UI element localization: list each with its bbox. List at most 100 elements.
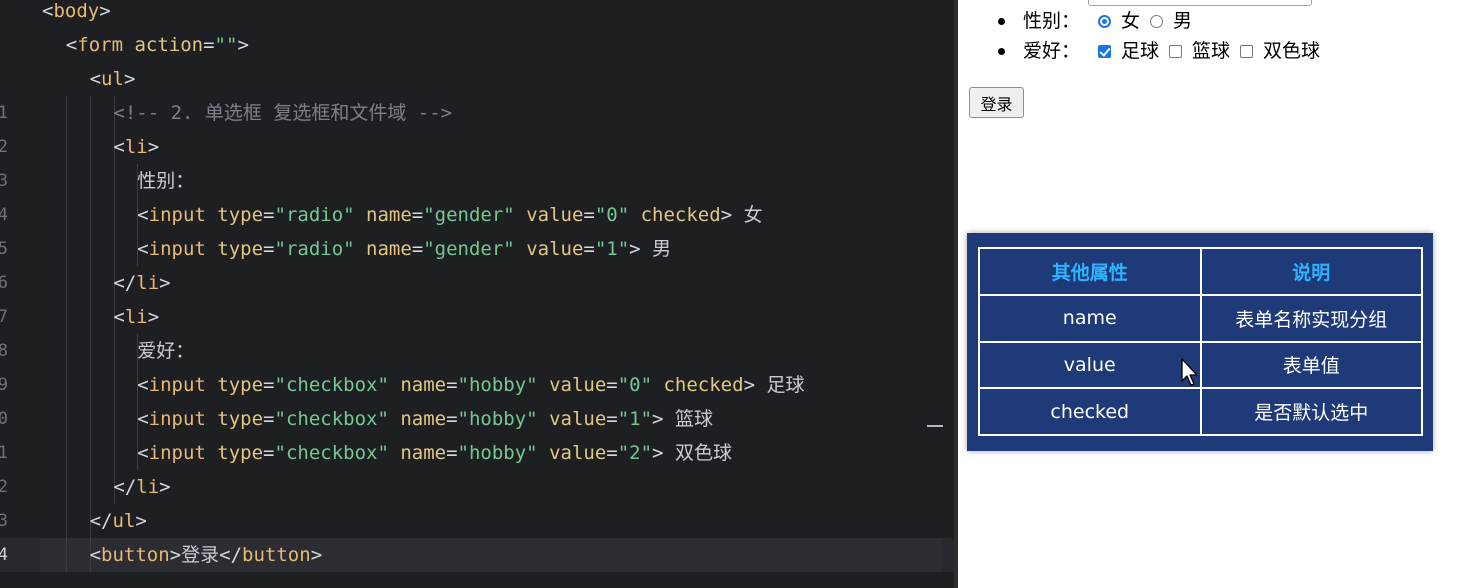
indent-guide <box>66 402 67 436</box>
code-token: name <box>388 374 447 396</box>
indent-guide <box>113 402 115 436</box>
line-number: 4 <box>0 545 8 565</box>
checkbox-lottery[interactable] <box>1240 44 1254 58</box>
code-line[interactable]: 4 <button>登录</button> <box>0 538 957 572</box>
indent-guide <box>66 334 67 368</box>
code-token: 篮球 <box>663 408 713 430</box>
code-token: input <box>148 408 206 430</box>
code-token: > <box>159 476 171 498</box>
code-token: "" <box>214 34 238 56</box>
code-line[interactable]: 1 <!-- 2. 单选框 复选框和文件域 --> <box>0 96 957 130</box>
code-token: ul <box>101 68 124 90</box>
radio-female[interactable] <box>1098 14 1112 28</box>
code-token: < <box>113 306 125 328</box>
login-button[interactable]: 登录 <box>969 87 1024 118</box>
code-token: < <box>137 442 149 464</box>
code-line[interactable]: <ul> <box>0 62 957 96</box>
code-line[interactable]: 1 <input type="checkbox" name="hobby" val… <box>0 436 957 470</box>
code-token: li <box>136 476 160 498</box>
indent-guide <box>89 402 91 436</box>
code-token: = <box>446 374 458 396</box>
code-token: "1" <box>594 238 630 260</box>
indent-guide <box>66 198 67 232</box>
code-line[interactable]: <form action=""> <box>0 28 957 62</box>
code-token: checked <box>652 374 744 396</box>
code-token: "0" <box>594 204 630 226</box>
code-line[interactable]: 7 <li> <box>0 300 957 334</box>
indent-guide <box>66 266 67 300</box>
code-token: <!-- 2. 单选框 复选框和文件域 --> <box>113 102 453 124</box>
code-token: > <box>147 136 160 158</box>
code-text: <input type="radio" name="gender" value=… <box>137 232 671 266</box>
code-line-band <box>40 62 942 96</box>
code-token: type <box>205 204 264 226</box>
indent-guide <box>89 334 91 368</box>
indent-guide <box>66 130 67 164</box>
radio-female-label: 女 <box>1121 10 1141 32</box>
code-token: = <box>263 408 275 430</box>
code-text: 爱好： <box>137 334 194 368</box>
code-text: 性别： <box>137 164 194 198</box>
code-token: </ <box>89 510 113 532</box>
cell-description: 是否默认选中 <box>1199 387 1423 436</box>
code-token: = <box>583 204 595 226</box>
indent-guide <box>89 436 91 470</box>
code-token: "radio" <box>274 204 355 226</box>
code-token: input <box>148 442 206 464</box>
code-line[interactable]: 4 <input type="radio" name="gender" value… <box>0 198 957 232</box>
code-token: button <box>242 544 311 566</box>
code-line[interactable]: 9 <input type="checkbox" name="hobby" val… <box>0 368 957 402</box>
radio-male-label: 男 <box>1173 10 1193 32</box>
code-line[interactable]: 0 <input type="checkbox" name="hobby" val… <box>0 402 957 436</box>
checkbox-football[interactable] <box>1098 44 1112 58</box>
line-number: 5 <box>0 239 8 259</box>
code-token: button <box>101 544 170 566</box>
code-line[interactable]: 3 </ul> <box>0 504 957 538</box>
indent-guide <box>89 368 91 402</box>
code-line-band <box>40 0 942 28</box>
code-token: value <box>537 442 607 464</box>
code-token: > <box>629 238 641 260</box>
code-token: < <box>42 0 54 22</box>
indent-guide <box>89 96 91 130</box>
line-number: 4 <box>0 205 8 225</box>
code-token: 足球 <box>755 374 805 396</box>
code-token: = <box>606 408 618 430</box>
code-token: < <box>137 204 149 226</box>
code-token: = <box>411 238 424 260</box>
code-token: > <box>652 408 664 430</box>
code-token: "checkbox" <box>274 442 389 464</box>
cell-attribute: name <box>978 293 1202 343</box>
code-editor[interactable]: <body> <form action=""> <ul> 1 <!-- 2. 单选框 复… <box>0 0 957 588</box>
code-line[interactable]: 6 </li> <box>0 266 957 300</box>
code-line[interactable]: 8 爱好： <box>0 334 957 368</box>
header-attribute: 其他属性 <box>978 247 1202 296</box>
code-line[interactable]: 3 性别： <box>0 164 957 198</box>
code-token: = <box>606 442 618 464</box>
indent-guide <box>66 368 67 402</box>
indent-guide <box>113 436 115 470</box>
code-token: > <box>310 544 323 566</box>
code-token: > <box>237 34 249 56</box>
code-token: "1" <box>617 408 653 430</box>
radio-male[interactable] <box>1150 14 1164 28</box>
line-number: 1 <box>0 443 8 463</box>
mouse-cursor-icon <box>1181 358 1198 386</box>
code-token: name <box>354 204 412 226</box>
indent-guide <box>89 470 91 504</box>
code-line[interactable]: 2 </li> <box>0 470 957 504</box>
code-token: 双色球 <box>663 442 732 464</box>
code-line[interactable]: 5 <input type="radio" name="gender" value… <box>0 232 957 266</box>
code-line[interactable]: 2 <li> <box>0 130 957 164</box>
checkbox-basketball[interactable] <box>1169 44 1183 58</box>
header-description: 说明 <box>1199 247 1423 296</box>
code-token: < <box>137 238 149 260</box>
code-token: type <box>205 374 264 396</box>
code-text: <ul> <box>90 62 136 96</box>
code-token: "hobby" <box>457 374 538 396</box>
code-line[interactable]: <body> <box>0 0 957 28</box>
scroll-marker <box>927 425 943 427</box>
gender-row: 性别： 女 男 <box>998 6 1202 36</box>
code-token: > <box>720 204 733 226</box>
indent-guide <box>89 130 91 164</box>
